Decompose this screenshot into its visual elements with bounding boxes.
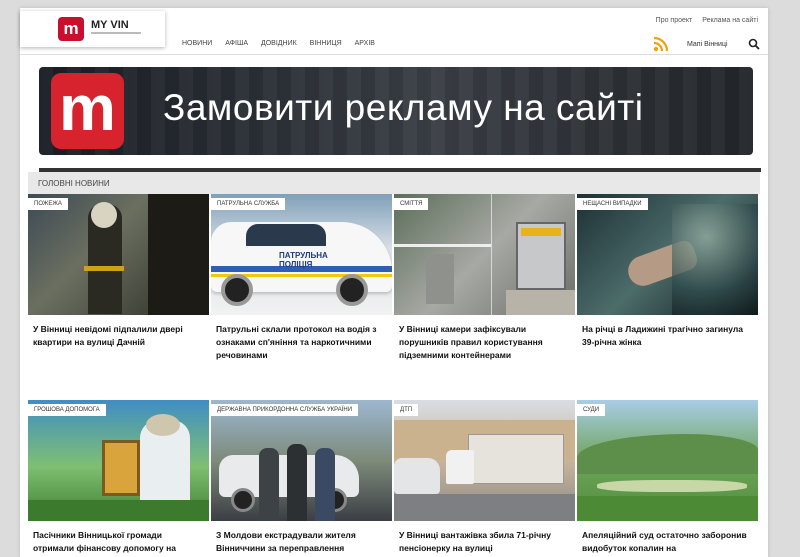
news-tag[interactable]: НЕЩАСНІ ВИПАДКИ [577, 198, 648, 210]
news-tag[interactable]: СМІТТЯ [394, 198, 429, 210]
news-card[interactable]: ДТП У Вінниці вантажівка збила 71-річну … [394, 400, 575, 555]
banner-logo: m [51, 73, 124, 149]
news-tag[interactable]: ГРОШОВА ДОПОМОГА [28, 404, 106, 416]
police-car-label: ПАТРУЛЬНА ПОЛІЦІЯ [279, 251, 328, 269]
news-tag[interactable]: ПОЖЕЖА [28, 198, 68, 210]
nav-item-directory[interactable]: ДОВІДНИК [261, 40, 297, 47]
section-title: ГОЛОВНІ НОВИНИ [38, 179, 110, 188]
logo-tagline-line [91, 32, 141, 34]
news-card[interactable]: ПОЖЕЖА У Вінниці невідомі підпалили двер… [28, 194, 209, 349]
news-title[interactable]: Пасічники Вінницької громади отримали фі… [28, 521, 209, 555]
news-card[interactable]: ПАТРУЛЬНА СЛУЖБА ПАТРУЛЬНА ПОЛІЦІЯ Патру… [211, 194, 392, 362]
news-tag[interactable]: ПАТРУЛЬНА СЛУЖБА [211, 198, 286, 210]
news-image[interactable]: СУДИ [577, 400, 758, 521]
news-title[interactable]: У Вінниці невідомі підпалили двері кварт… [28, 315, 209, 349]
main-nav: НОВИНИ АФІША ДОВІДНИК ВІННИЦЯ АРХІВ [182, 40, 386, 47]
page: m MY VIN Про проект Реклама на сайті НОВ… [20, 8, 768, 557]
news-title[interactable]: У Вінниці вантажівка збила 71-річну пенс… [394, 521, 575, 555]
section-header: ГОЛОВНІ НОВИНИ [28, 172, 760, 194]
top-link-about[interactable]: Про проект [656, 17, 693, 24]
news-image[interactable]: ДТП [394, 400, 575, 521]
search-icon[interactable] [748, 38, 760, 50]
top-links: Про проект Реклама на сайті [648, 17, 758, 24]
news-card[interactable]: СМІТТЯ У Вінниці камери зафіксували пору… [394, 194, 575, 362]
news-card[interactable]: ДЕРЖАВНА ПРИКОРДОННА СЛУЖБА УКРАЇНИ З Мо… [211, 400, 392, 555]
news-image[interactable]: СМІТТЯ [394, 194, 575, 315]
news-title[interactable]: У Вінниці камери зафіксували порушників … [394, 315, 575, 362]
logo-mark: m [58, 17, 84, 41]
nav-item-afisha[interactable]: АФІША [225, 40, 248, 47]
news-tag[interactable]: ДТП [394, 404, 419, 416]
news-tag[interactable]: СУДИ [577, 404, 606, 416]
news-card[interactable]: НЕЩАСНІ ВИПАДКИ На річці в Ладижині траг… [577, 194, 758, 349]
nav-item-archive[interactable]: АРХІВ [355, 40, 375, 47]
news-image[interactable]: ДЕРЖАВНА ПРИКОРДОННА СЛУЖБА УКРАЇНИ [211, 400, 392, 521]
nav-item-news[interactable]: НОВИНИ [182, 40, 212, 47]
news-tag[interactable]: ДЕРЖАВНА ПРИКОРДОННА СЛУЖБА УКРАЇНИ [211, 404, 359, 416]
news-title[interactable]: Апеляційний суд остаточно заборонив видо… [577, 521, 758, 555]
news-image[interactable]: НЕЩАСНІ ВИПАДКИ [577, 194, 758, 315]
news-card[interactable]: ГРОШОВА ДОПОМОГА Пасічники Вінницької гр… [28, 400, 209, 555]
news-title[interactable]: Патрульні склали протокол на водія з озн… [211, 315, 392, 362]
news-card[interactable]: СУДИ Апеляційний суд остаточно заборонив… [577, 400, 758, 555]
news-image[interactable]: ПАТРУЛЬНА СЛУЖБА ПАТРУЛЬНА ПОЛІЦІЯ [211, 194, 392, 315]
nav-link-map[interactable]: Мапі Вінниці [687, 41, 728, 48]
ad-banner[interactable]: m Замовити рекламу на сайті [39, 67, 753, 155]
site-logo[interactable]: m MY VIN [20, 11, 165, 47]
news-image[interactable]: ГРОШОВА ДОПОМОГА [28, 400, 209, 521]
banner-text: Замовити рекламу на сайті [163, 87, 644, 128]
rss-icon[interactable] [652, 35, 672, 53]
nav-item-vinnytsia[interactable]: ВІННИЦЯ [310, 40, 342, 47]
top-link-ads[interactable]: Реклама на сайті [702, 17, 758, 24]
news-title[interactable]: З Молдови екстрадували жителя Вінниччини… [211, 521, 392, 555]
logo-name: MY VIN [91, 19, 129, 31]
news-title[interactable]: На річці в Ладижині трагічно загинула 39… [577, 315, 758, 349]
news-image[interactable]: ПОЖЕЖА [28, 194, 209, 315]
